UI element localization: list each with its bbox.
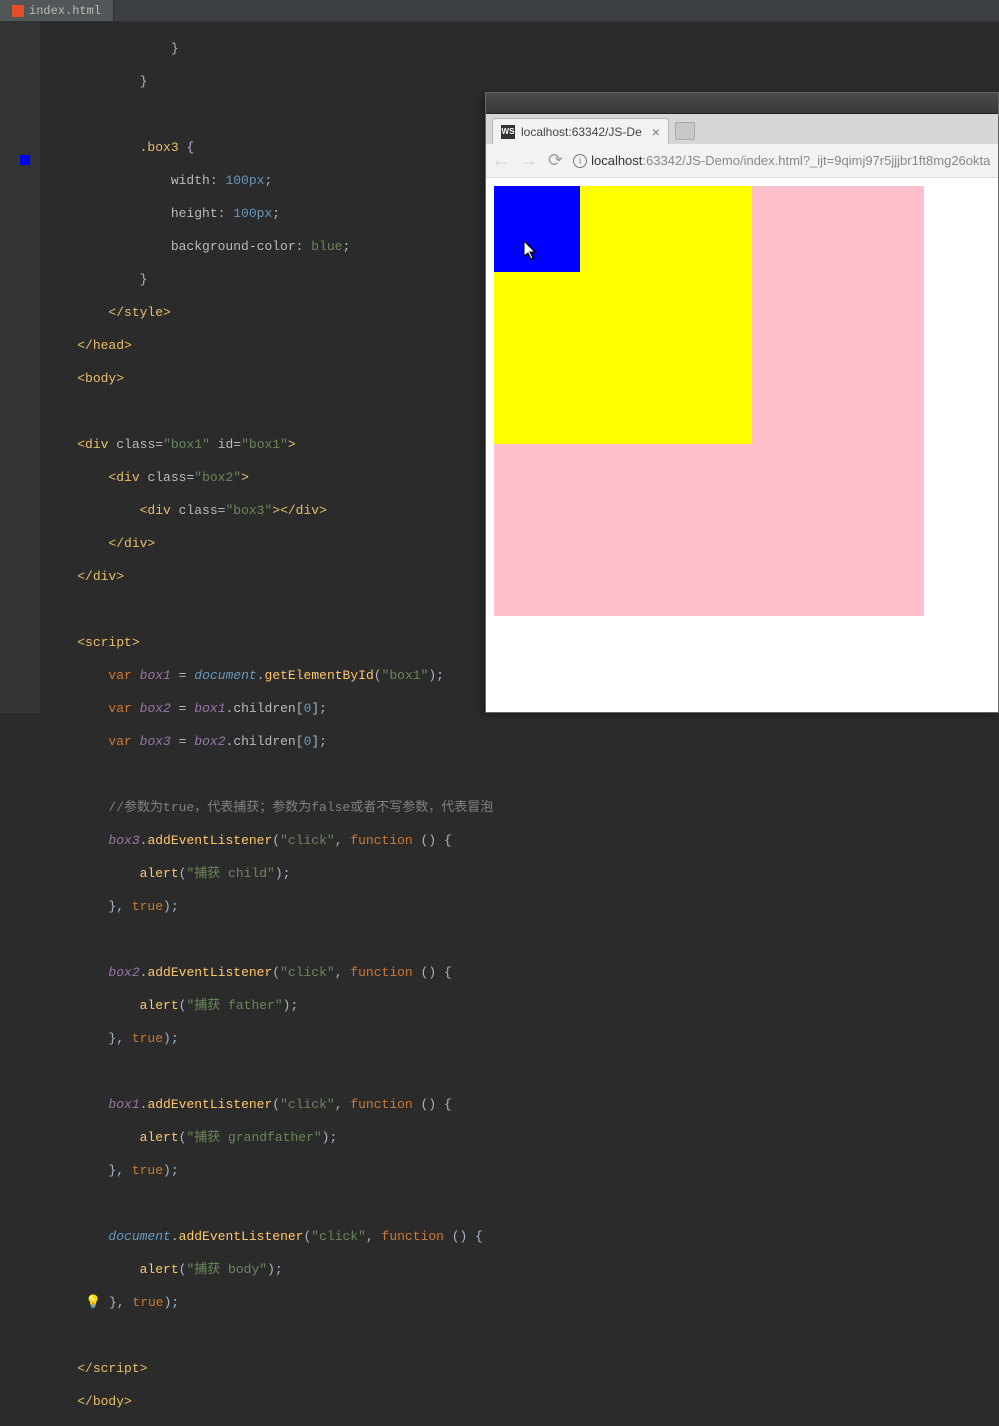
gutter-breakpoint-marker[interactable]: [20, 155, 30, 165]
site-info-icon[interactable]: i: [573, 154, 587, 168]
url-path: /JS-Demo/index.html?_ijt=9qimj97r5jjjbr1…: [682, 153, 990, 168]
css-selector: .box3: [140, 140, 179, 155]
browser-titlebar[interactable]: [486, 93, 998, 114]
browser-viewport[interactable]: [486, 178, 998, 712]
html-file-icon: [12, 5, 24, 17]
editor-tab-bar: index.html: [0, 0, 999, 22]
browser-toolbar: ← → ⟳ i localhost:63342/JS-Demo/index.ht…: [486, 144, 998, 178]
browser-window: WS localhost:63342/JS-De × ← → ⟳ i local…: [485, 92, 999, 713]
reload-button[interactable]: ⟳: [548, 150, 563, 171]
browser-tab-title: localhost:63342/JS-De: [521, 125, 642, 139]
mouse-cursor-icon: [524, 241, 538, 265]
url-port: :63342: [642, 153, 682, 168]
new-tab-button[interactable]: [675, 122, 695, 140]
tab-close-icon[interactable]: ×: [652, 124, 660, 140]
tab-filename: index.html: [29, 4, 101, 18]
demo-box2-yellow[interactable]: [494, 186, 752, 444]
editor-tab-indexhtml[interactable]: index.html: [0, 0, 114, 21]
line-number-gutter: [0, 22, 40, 713]
url-host: localhost: [591, 153, 642, 168]
address-bar[interactable]: i localhost:63342/JS-Demo/index.html?_ij…: [573, 153, 992, 168]
forward-button[interactable]: →: [520, 150, 538, 171]
demo-box1-pink[interactable]: [494, 186, 924, 616]
browser-tab-strip: WS localhost:63342/JS-De ×: [486, 114, 998, 144]
browser-tab[interactable]: WS localhost:63342/JS-De ×: [492, 118, 669, 144]
back-button[interactable]: ←: [492, 150, 510, 171]
tab-favicon-icon: WS: [501, 125, 515, 139]
demo-box3-blue[interactable]: [494, 186, 580, 272]
code-comment: //参数为true，代表捕获；参数为false或者不写参数，代表冒泡: [108, 800, 493, 815]
